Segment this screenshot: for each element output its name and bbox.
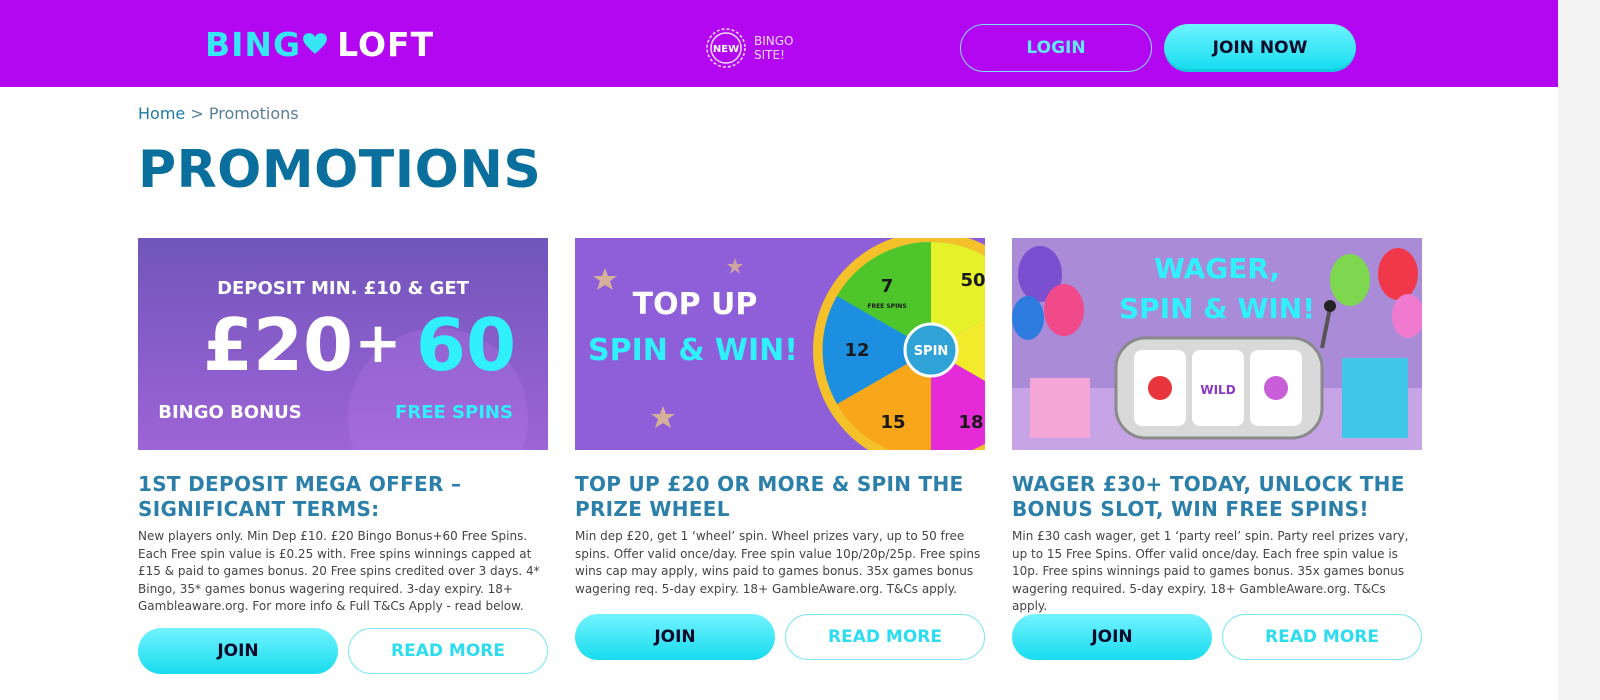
join-button[interactable]: JOIN (1012, 614, 1212, 660)
badge-line-2: SITE! (754, 48, 785, 62)
balloon-icon (1378, 248, 1418, 300)
bingo-loft-logo[interactable]: BING LOFT (205, 24, 434, 64)
banner1-amount-bonus: £20 (203, 303, 353, 387)
read-more-button[interactable]: READ MORE (785, 614, 985, 660)
figure-reel-icon (1264, 376, 1288, 400)
promo-title: WAGER £30+ TODAY, UNLOCK THE BONUS SLOT,… (1012, 472, 1405, 521)
new-seal-text: NEW (713, 44, 739, 55)
banner2-line1: TOP UP (633, 287, 758, 322)
promo-card-first-deposit: DEPOSIT MIN. £10 & GET £20 + 60 BINGO BO… (138, 238, 550, 674)
gift-box-icon (1342, 358, 1408, 438)
logo-bing-text: BING (205, 24, 302, 64)
wheel-spin-label: SPIN (914, 344, 949, 359)
balloon-icon (1012, 296, 1044, 340)
promo-actions: JOIN READ MORE (138, 628, 550, 674)
join-button[interactable]: JOIN (138, 628, 338, 674)
prize-wheel-banner-image[interactable]: TOP UP SPIN & WIN! SPIN 7 50 12 15 18 FR… (575, 238, 985, 450)
page-title: PROMOTIONS (138, 140, 542, 200)
breadcrumb-separator: > (190, 104, 204, 123)
read-more-button[interactable]: READ MORE (1222, 614, 1422, 660)
read-more-button[interactable]: READ MORE (348, 628, 548, 674)
breadcrumb-home-link[interactable]: Home (138, 104, 185, 123)
banner3-line2: SPIN & WIN! (1119, 292, 1315, 325)
promo-terms: Min dep £20, get 1 ‘wheel’ spin. Wheel p… (575, 529, 981, 596)
promo-terms: Min £30 cash wager, get 1 ‘party reel’ s… (1012, 529, 1409, 613)
promo-terms: New players only. Min Dep £10. £20 Bingo… (138, 529, 540, 613)
promo-card-prize-wheel: TOP UP SPIN & WIN! SPIN 7 50 12 15 18 FR… (575, 238, 987, 660)
heart-icon (303, 33, 328, 54)
wheel-segment-15: 15 (880, 412, 905, 433)
gift-box-icon (1030, 378, 1090, 438)
reel-wild-symbol: WILD (1200, 383, 1235, 397)
bonus-slot-banner-image[interactable]: WAGER, SPIN & WIN! WILD (1012, 238, 1422, 450)
slot-lever-knob-icon (1324, 300, 1336, 312)
logo-loft-text: LOFT (337, 24, 435, 64)
new-badge-text: BINGO SITE! (754, 34, 794, 62)
new-seal-icon: NEW (706, 28, 746, 68)
promo-title: 1ST DEPOSIT MEGA OFFER – SIGNIFICANT TER… (138, 472, 462, 521)
new-bingo-site-badge: NEW BINGO SITE! (704, 26, 794, 70)
wheel-segment-7: 7 (881, 276, 894, 297)
banner1-free-spins-label: FREE SPINS (395, 402, 513, 423)
promo-actions: JOIN READ MORE (575, 614, 987, 660)
first-deposit-banner-image[interactable]: DEPOSIT MIN. £10 & GET £20 + 60 BINGO BO… (138, 238, 548, 450)
wheel-segment-12: 12 (844, 340, 869, 361)
login-button[interactable]: LOGIN (960, 24, 1152, 72)
wheel-segment-50: 50 (960, 270, 985, 291)
site-header: BING LOFT NEW BINGO SITE! LOGIN JOIN NOW (0, 0, 1558, 87)
page-scrollbar-area[interactable] (1558, 0, 1600, 700)
balloon-icon (1044, 284, 1084, 336)
banner1-plus: + (355, 311, 402, 376)
banner1-bingo-bonus-label: BINGO BONUS (158, 402, 302, 423)
promo-actions: JOIN READ MORE (1012, 614, 1424, 660)
balloon-icon (1330, 254, 1370, 306)
promo-title: TOP UP £20 OR MORE & SPIN THE PRIZE WHEE… (575, 472, 964, 521)
banner1-amount-spins: 60 (416, 303, 516, 387)
wheel-segment-18: 18 (958, 412, 983, 433)
heart-reel-icon (1148, 376, 1172, 400)
banner2-line2: SPIN & WIN! (588, 333, 798, 368)
join-now-button[interactable]: JOIN NOW (1164, 24, 1356, 72)
join-button[interactable]: JOIN (575, 614, 775, 660)
wheel-segment-word: FREE SPINS (867, 303, 906, 310)
breadcrumb-current: Promotions (208, 104, 299, 123)
promo-card-bonus-slot: WAGER, SPIN & WIN! WILD WAGER £30+ TODAY… (1012, 238, 1424, 660)
badge-line-1: BINGO (754, 34, 794, 48)
banner1-line1: DEPOSIT MIN. £10 & GET (217, 278, 470, 299)
breadcrumb: Home > Promotions (138, 104, 299, 123)
banner3-line1: WAGER, (1154, 252, 1280, 285)
